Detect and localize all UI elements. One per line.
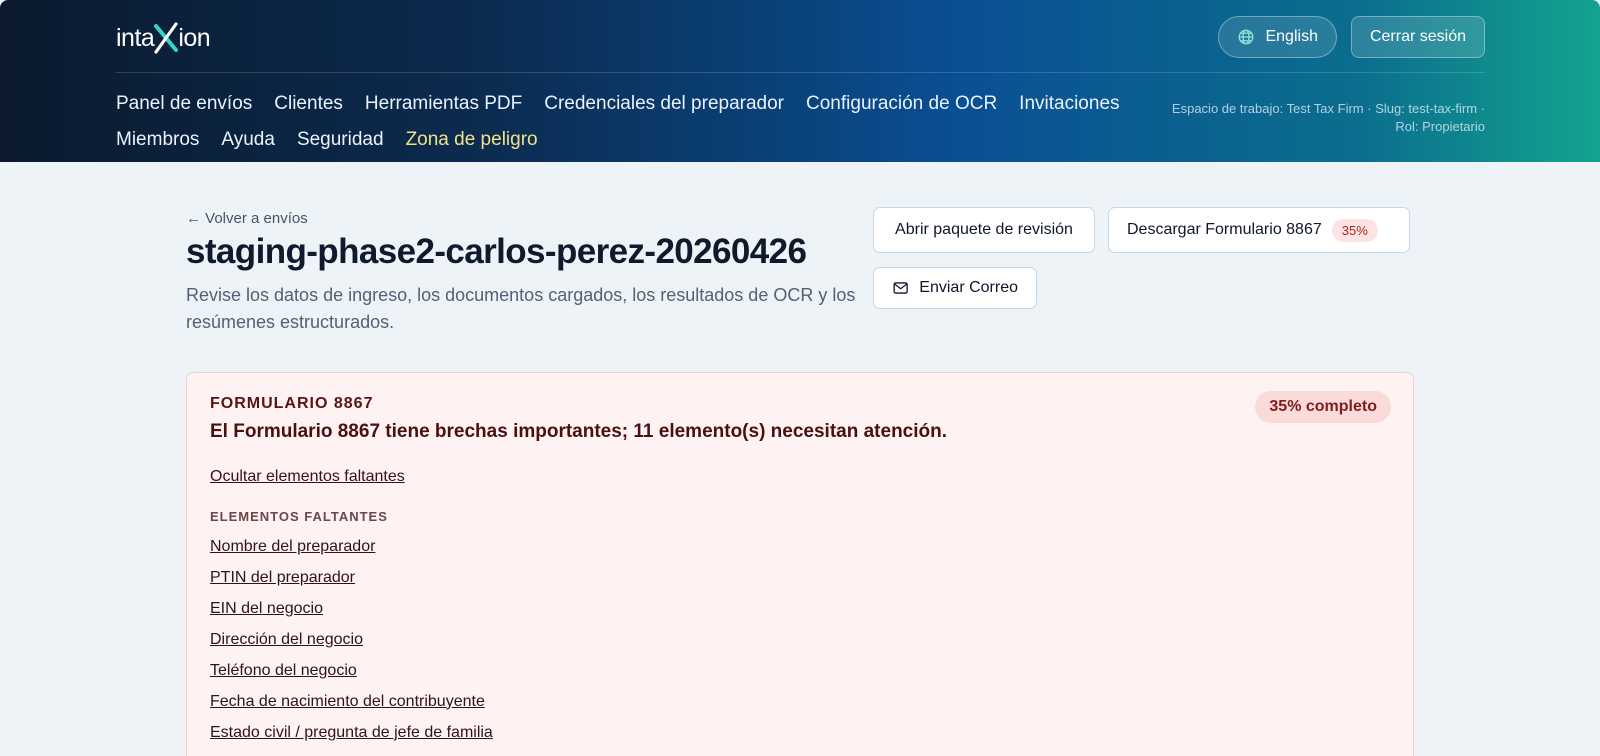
download-progress-badge: 35%	[1331, 218, 1378, 242]
main-nav: Panel de envíos Clientes Herramientas PD…	[116, 86, 1120, 158]
list-item: EIN del negocio	[210, 593, 493, 624]
language-button[interactable]: English	[1218, 16, 1337, 58]
mail-icon	[893, 282, 908, 294]
page-title: staging-phase2-carlos-perez-20260426	[186, 232, 807, 271]
card-eyebrow: FORMULARIO 8867	[210, 395, 374, 412]
card-headline: El Formulario 8867 tiene brechas importa…	[210, 421, 948, 442]
send-email-button[interactable]: Enviar Correo	[873, 267, 1037, 309]
app-window: inta ion English Cerrar sesión Panel de …	[0, 0, 1600, 756]
nav-item-ayuda[interactable]: Ayuda	[221, 129, 275, 151]
logo-text-left: inta	[116, 23, 155, 52]
logo-text-right: ion	[178, 23, 211, 52]
missing-item-link[interactable]: PTIN del preparador	[210, 569, 355, 587]
nav-item-miembros[interactable]: Miembros	[116, 129, 199, 151]
missing-item-link[interactable]: Nombre del preparador	[210, 538, 375, 556]
header-divider	[116, 72, 1485, 73]
nav-item-configuracion-ocr[interactable]: Configuración de OCR	[806, 93, 997, 115]
list-item: Fecha de nacimiento del contribuyente	[210, 686, 493, 717]
list-item: PTIN del preparador	[210, 562, 493, 593]
nav-item-zona-peligro[interactable]: Zona de peligro	[406, 129, 538, 151]
missing-item-link[interactable]: Teléfono del negocio	[210, 662, 357, 680]
language-label: English	[1265, 28, 1318, 45]
back-to-submissions-link[interactable]: ← Volver a envíos	[186, 210, 308, 227]
nav-item-seguridad[interactable]: Seguridad	[297, 129, 384, 151]
logout-button[interactable]: Cerrar sesión	[1350, 16, 1485, 58]
missing-items-list: Nombre del preparador PTIN del preparado…	[210, 531, 493, 748]
header-inner: inta ion English Cerrar sesión Panel de …	[116, 0, 1485, 162]
open-review-package-button[interactable]: Abrir paquete de revisión	[873, 207, 1095, 253]
nav-item-invitaciones[interactable]: Invitaciones	[1019, 93, 1119, 115]
missing-item-link[interactable]: Fecha de nacimiento del contribuyente	[210, 693, 485, 711]
nav-item-herramientas-pdf[interactable]: Herramientas PDF	[365, 93, 522, 115]
list-item: Nombre del preparador	[210, 531, 493, 562]
nav-row-2: Miembros Ayuda Seguridad Zona de peligro	[116, 122, 1116, 158]
nav-row-1: Panel de envíos Clientes Herramientas PD…	[116, 86, 1120, 122]
missing-item-link[interactable]: Dirección del negocio	[210, 631, 363, 649]
list-item: Teléfono del negocio	[210, 655, 493, 686]
missing-item-link[interactable]: EIN del negocio	[210, 600, 323, 618]
hide-missing-items-link[interactable]: Ocultar elementos faltantes	[210, 468, 405, 486]
download-form-8867-button[interactable]: Descargar Formulario 8867 35%	[1108, 207, 1410, 253]
globe-icon	[1239, 29, 1254, 45]
download-button-label: Descargar Formulario 8867	[1127, 221, 1322, 238]
completion-badge: 35% completo	[1255, 391, 1391, 423]
nav-item-credenciales[interactable]: Credenciales del preparador	[544, 93, 784, 115]
missing-item-link[interactable]: Estado civil / pregunta de jefe de famil…	[210, 724, 493, 742]
nav-item-clientes[interactable]: Clientes	[274, 93, 343, 115]
form-8867-alert-card: FORMULARIO 8867 El Formulario 8867 tiene…	[186, 372, 1414, 756]
nav-item-panel-envios[interactable]: Panel de envíos	[116, 93, 252, 115]
page-subtitle: Revise los datos de ingreso, los documen…	[186, 285, 856, 332]
missing-items-heading: ELEMENTOS FALTANTES	[210, 509, 388, 524]
top-header: inta ion English Cerrar sesión Panel de …	[0, 0, 1600, 162]
list-item: Dirección del negocio	[210, 624, 493, 655]
header-actions: English Cerrar sesión	[1218, 16, 1485, 58]
send-email-label: Enviar Correo	[919, 279, 1018, 296]
x-logo-icon	[154, 22, 179, 54]
list-item: Estado civil / pregunta de jefe de famil…	[210, 717, 493, 748]
workspace-info: Espacio de trabajo: Test Tax Firm · Slug…	[1171, 101, 1485, 134]
brand-logo[interactable]: inta ion	[116, 20, 211, 56]
